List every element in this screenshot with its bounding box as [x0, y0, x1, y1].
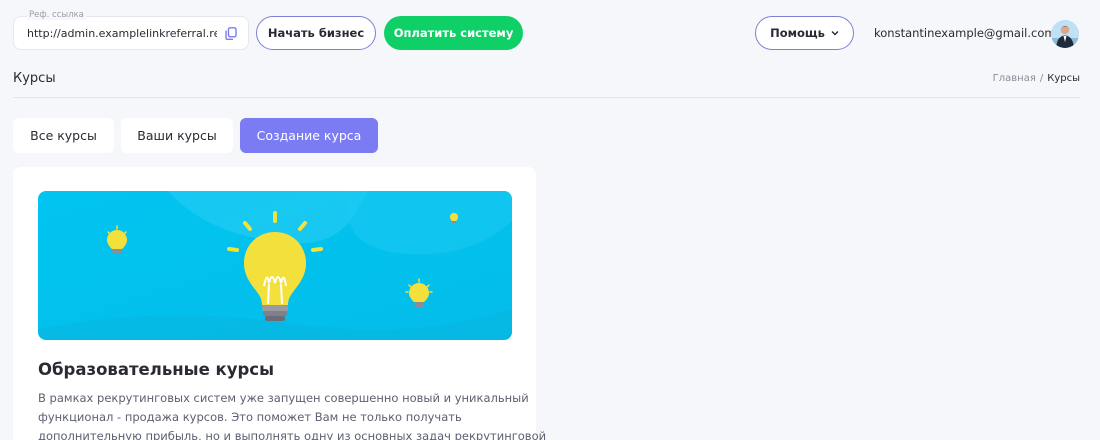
card-text-line: дополнительную прибыль, но и выполнять о…	[38, 429, 547, 440]
tab-your-courses[interactable]: Ваши курсы	[121, 118, 233, 153]
avatar[interactable]	[1051, 20, 1079, 48]
pay-system-label: Оплатить систему	[393, 26, 514, 40]
breadcrumb: Главная / Курсы	[993, 73, 1080, 84]
pay-system-button[interactable]: Оплатить систему	[384, 16, 523, 50]
breadcrumb-current: Курсы	[1047, 73, 1080, 84]
course-info-card: Образовательные курсы В рамках рекрутинг…	[13, 167, 547, 440]
breadcrumb-separator: /	[1039, 73, 1044, 84]
help-dropdown-button[interactable]: Помощь	[755, 16, 854, 50]
breadcrumb-home-link[interactable]: Главная	[993, 73, 1036, 84]
referral-link-box[interactable]: http://admin.examplelinkreferral.re...	[13, 16, 249, 50]
user-menu[interactable]: konstantinexample@gmail.com	[874, 26, 1068, 40]
card-title: Образовательные курсы	[38, 360, 274, 379]
header-divider	[13, 97, 1080, 98]
lightbulb-banner-image	[38, 191, 512, 340]
start-business-button[interactable]: Начать бизнес	[256, 16, 376, 50]
user-email: konstantinexample@gmail.com	[874, 26, 1056, 40]
page-title: Курсы	[13, 71, 56, 86]
referral-link-label: Реф. ссылка	[27, 10, 86, 20]
tab-label: Создание курса	[256, 128, 362, 143]
start-business-label: Начать бизнес	[267, 26, 365, 40]
tab-label: Ваши курсы	[137, 128, 217, 143]
referral-link-value[interactable]: http://admin.examplelinkreferral.re...	[27, 27, 217, 40]
copy-icon[interactable]	[225, 27, 237, 40]
card-text-line: функционал - продажа курсов. Это поможет…	[38, 410, 462, 424]
card-text-line: В рамках рекрутинговых систем уже запуще…	[38, 391, 529, 405]
tab-all-courses[interactable]: Все курсы	[13, 118, 114, 153]
chevron-down-icon	[831, 31, 839, 36]
help-label: Помощь	[770, 26, 825, 40]
card-description: В рамках рекрутинговых систем уже запуще…	[38, 389, 547, 440]
tab-label: Все курсы	[30, 128, 97, 143]
tab-create-course[interactable]: Создание курса	[240, 118, 378, 153]
